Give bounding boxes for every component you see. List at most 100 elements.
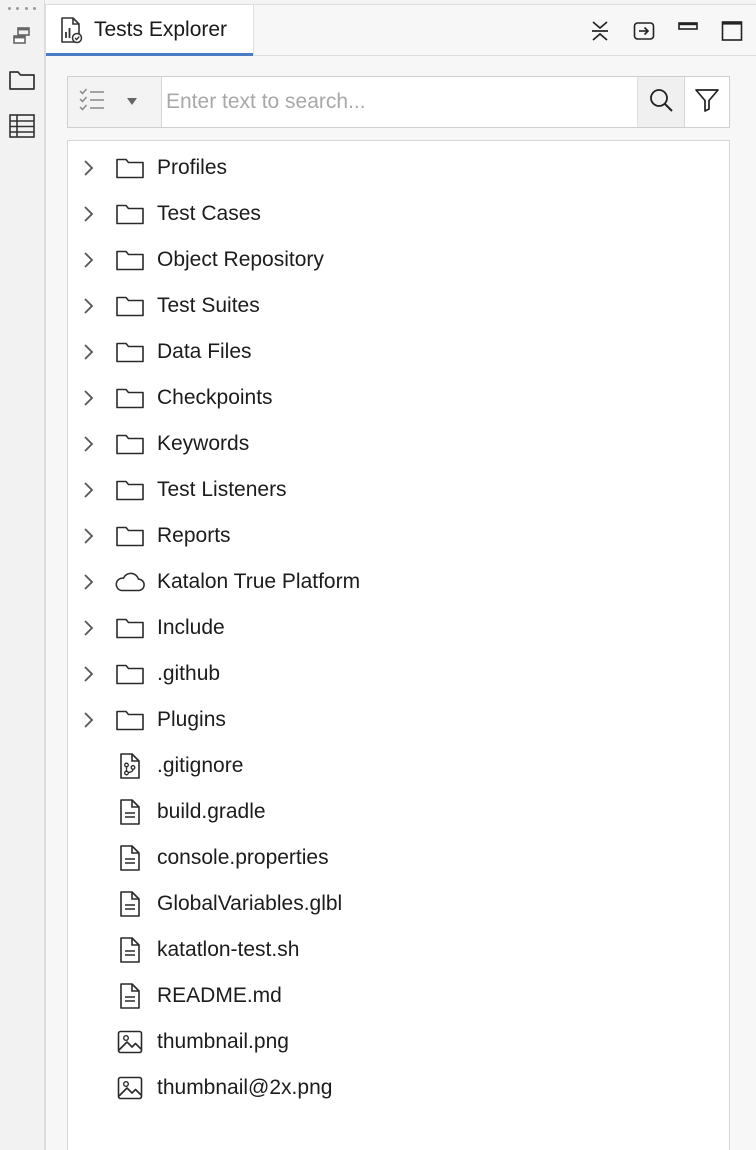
folder-icon: [114, 614, 146, 642]
file-icon: [114, 982, 146, 1010]
tree-item[interactable]: build.gradle: [68, 789, 728, 835]
test-report-icon: [58, 16, 84, 44]
tree-item-label: Include: [157, 616, 225, 639]
search-input[interactable]: [164, 77, 636, 127]
tree-item[interactable]: Test Suites: [68, 283, 728, 329]
folder-icon: [114, 246, 146, 274]
link-editor-icon[interactable]: [628, 15, 660, 47]
file-icon: [114, 844, 146, 872]
file-icon: [114, 890, 146, 918]
chevron-right-icon[interactable]: [77, 479, 99, 501]
git-file-icon: [114, 752, 146, 780]
chevron-right-icon[interactable]: [77, 525, 99, 547]
checklist-icon: [78, 86, 106, 119]
tree-item[interactable]: Test Cases: [68, 191, 728, 237]
tests-explorer-panel: Tests Explorer Enter text to search... P…: [45, 4, 756, 1150]
chevron-right-icon[interactable]: [77, 617, 99, 639]
folder-icon: [114, 200, 146, 228]
folder-icon: [114, 660, 146, 688]
folder-icon: [114, 292, 146, 320]
tree-item[interactable]: Profiles: [68, 145, 728, 191]
tree-item[interactable]: Data Files: [68, 329, 728, 375]
chevron-right-icon[interactable]: [77, 157, 99, 179]
caret-down-icon: [126, 93, 138, 111]
filter-type-dropdown[interactable]: [68, 77, 162, 127]
tree-item[interactable]: GlobalVariables.glbl: [68, 881, 728, 927]
tree-item[interactable]: .github: [68, 651, 728, 697]
tab-tests-explorer[interactable]: Tests Explorer: [46, 5, 254, 56]
folder-icon: [114, 706, 146, 734]
tree-item[interactable]: .gitignore: [68, 743, 728, 789]
app-root: Tests Explorer Enter text to search... P…: [0, 0, 756, 1150]
filter-button[interactable]: [684, 77, 729, 127]
search-icon: [648, 87, 674, 118]
chevron-right-icon[interactable]: [77, 387, 99, 409]
tree-item[interactable]: README.md: [68, 973, 728, 1019]
tree-item[interactable]: Reports: [68, 513, 728, 559]
tree-item-label: Data Files: [157, 340, 252, 363]
tree-item-label: Object Repository: [157, 248, 324, 271]
chevron-right-icon[interactable]: [77, 341, 99, 363]
table-icon[interactable]: [4, 108, 40, 144]
chevron-right-icon[interactable]: [77, 571, 99, 593]
tree-item-label: Plugins: [157, 708, 226, 731]
folder-icon: [114, 384, 146, 412]
minimized-views-icon[interactable]: [4, 18, 40, 54]
tree-item-label: Test Cases: [157, 202, 261, 225]
chevron-right-icon[interactable]: [77, 203, 99, 225]
tab-label: Tests Explorer: [94, 18, 228, 41]
tree-item[interactable]: Object Repository: [68, 237, 728, 283]
chevron-right-icon[interactable]: [77, 709, 99, 731]
chevron-right-icon[interactable]: [77, 433, 99, 455]
tree-item-label: GlobalVariables.glbl: [157, 892, 343, 915]
tree-item-label: Checkpoints: [157, 386, 273, 409]
folder-icon: [114, 338, 146, 366]
drag-grip[interactable]: [8, 7, 36, 11]
folder-icon: [114, 522, 146, 550]
collapse-all-icon[interactable]: [584, 15, 616, 47]
tree-item-label: .github: [157, 662, 221, 685]
tree-item[interactable]: Checkpoints: [68, 375, 728, 421]
side-toolbar: [0, 0, 45, 1150]
panel-actions: [584, 15, 748, 47]
maximize-icon[interactable]: [716, 15, 748, 47]
folder-icon: [114, 476, 146, 504]
tree-item[interactable]: thumbnail@2x.png: [68, 1065, 728, 1111]
tab-bar: Tests Explorer: [46, 5, 756, 56]
image-file-icon: [114, 1028, 146, 1056]
chevron-right-icon[interactable]: [77, 295, 99, 317]
tree-item-label: README.md: [157, 984, 282, 1007]
folder-icon[interactable]: [4, 62, 40, 98]
folder-icon: [114, 430, 146, 458]
tree-item-label: Profiles: [157, 156, 228, 179]
tree-item[interactable]: Keywords: [68, 421, 728, 467]
tree-item[interactable]: console.properties: [68, 835, 728, 881]
chevron-right-icon[interactable]: [77, 663, 99, 685]
file-icon: [114, 798, 146, 826]
search-button[interactable]: [637, 77, 685, 127]
cloud-icon: [114, 568, 146, 596]
tree-item-label: Reports: [157, 524, 231, 547]
minimize-icon[interactable]: [672, 15, 704, 47]
tree-item-label: katatlon-test.sh: [157, 938, 300, 961]
tree-item-label: Test Listeners: [157, 478, 287, 501]
tree-item[interactable]: Include: [68, 605, 728, 651]
tree-item[interactable]: Plugins: [68, 697, 728, 743]
folder-icon: [114, 154, 146, 182]
filter-icon: [694, 87, 720, 118]
file-icon: [114, 936, 146, 964]
tree-item[interactable]: thumbnail.png: [68, 1019, 728, 1065]
tree-item[interactable]: katatlon-test.sh: [68, 927, 728, 973]
tree-item-label: console.properties: [157, 846, 329, 869]
tree-item-label: .gitignore: [157, 754, 244, 777]
tree-item[interactable]: Test Listeners: [68, 467, 728, 513]
tree-item-label: Keywords: [157, 432, 250, 455]
tree-item-label: build.gradle: [157, 800, 266, 823]
tree-item-label: thumbnail.png: [157, 1030, 289, 1053]
project-tree: Profiles Test Cases Object Repository Test …: [67, 140, 730, 1150]
chevron-right-icon[interactable]: [77, 249, 99, 271]
tree-item-label: Test Suites: [157, 294, 260, 317]
tree-item[interactable]: Katalon True Platform: [68, 559, 728, 605]
search-bar: [67, 76, 730, 128]
tree-item-label: thumbnail@2x.png: [157, 1076, 333, 1099]
